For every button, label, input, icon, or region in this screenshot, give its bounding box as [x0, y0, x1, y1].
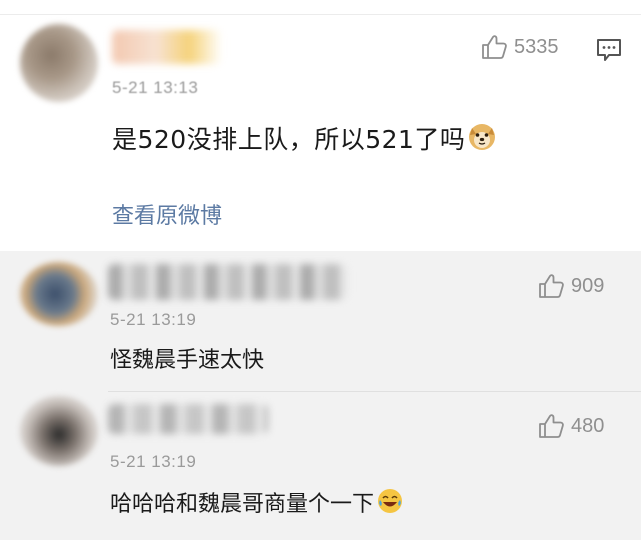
blurred-username[interactable]: [112, 30, 222, 64]
laugh-cry-emoji-icon: [376, 487, 404, 521]
like-button[interactable]: 909: [537, 272, 604, 300]
blurred-username[interactable]: [108, 404, 268, 434]
avatar[interactable]: [20, 396, 98, 466]
reply-text: 怪魏晨手速太快: [110, 348, 265, 373]
reply-text-body: 哈哈哈和魏晨哥商量个一下: [110, 492, 375, 517]
thumbs-up-icon: [537, 412, 565, 440]
thumbs-up-icon: [537, 272, 565, 300]
comment-timestamp: 5-21 13:13: [112, 78, 199, 97]
reply-icon[interactable]: [596, 38, 622, 66]
blurred-username[interactable]: [108, 264, 348, 300]
reply-timestamp: 5-21 13:19: [110, 310, 197, 329]
reply-timestamp: 5-21 13:19: [110, 452, 197, 471]
like-count: 909: [571, 274, 605, 297]
doge-emoji-icon: [467, 122, 497, 158]
like-count: 5335: [514, 35, 559, 58]
like-button[interactable]: 480: [537, 412, 604, 440]
avatar[interactable]: [20, 24, 98, 102]
reply-text: 哈哈哈和魏晨哥商量个一下: [110, 486, 404, 521]
like-count: 480: [571, 414, 605, 437]
avatar[interactable]: [20, 262, 98, 326]
thumbs-up-icon: [480, 33, 508, 61]
comment-text: 是520没排上队，所以521了吗: [112, 120, 497, 158]
like-button[interactable]: 5335: [480, 33, 559, 61]
comment-text-body: 是520没排上队，所以521了吗: [112, 125, 466, 154]
reply-divider: [108, 391, 641, 392]
view-original-weibo-link[interactable]: 查看原微博: [112, 198, 222, 230]
